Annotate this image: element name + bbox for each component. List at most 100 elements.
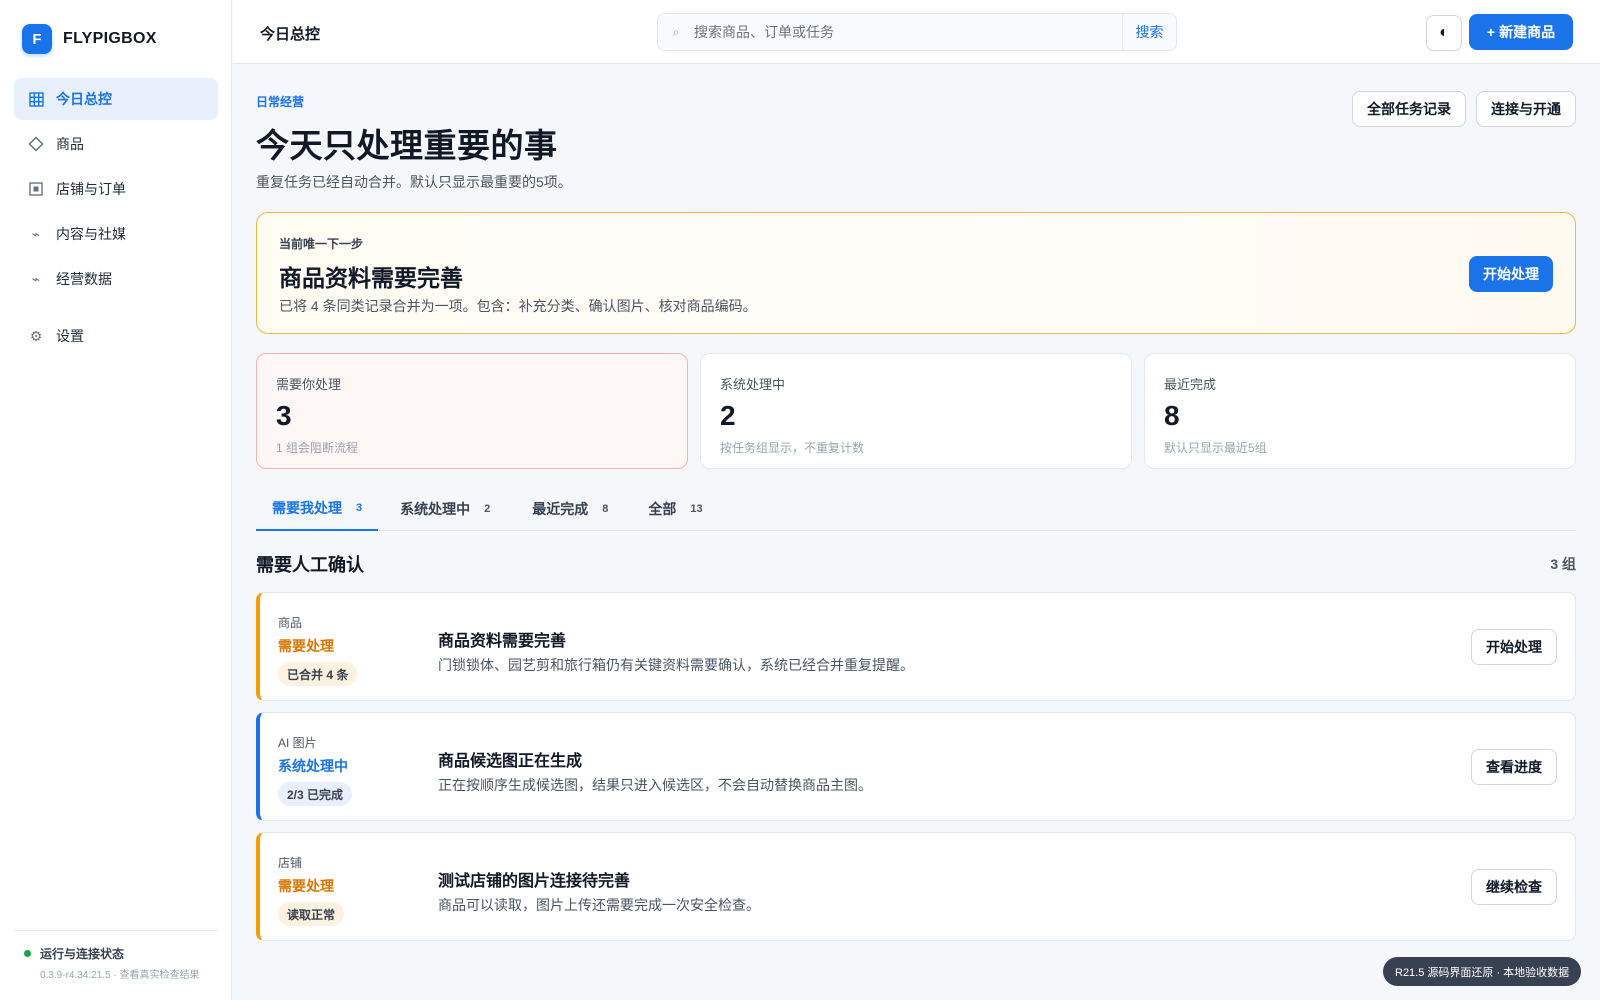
grid-icon: [28, 91, 44, 107]
stats-row: 需要你处理 3 1 组会阻断流程 系统处理中 2 按任务组显示，不重复计数 最近…: [256, 353, 1576, 469]
status-title: 运行与连接状态: [40, 947, 125, 961]
sidebar-item-dashboard[interactable]: 今日总控: [14, 78, 218, 120]
task-badge: 已合并 4 条: [278, 662, 358, 686]
task-category: AI 图片: [278, 736, 317, 750]
stat-note: 按任务组显示，不重复计数: [720, 441, 865, 455]
page-subtitle: 重复任务已经自动合并。默认只显示最重要的5项。: [256, 174, 572, 190]
contrast-icon: ◐: [1439, 24, 1449, 41]
sidebar: F FLYPIGBOX 今日总控 商品 店铺与订单 ⌁ 内容与社媒 ⌁ 经营数据…: [0, 0, 232, 1000]
task-title: 商品候选图正在生成: [438, 753, 583, 770]
sidebar-item-label: 店铺与订单: [56, 181, 126, 197]
topbar: 今日总控 ⌕ 搜索 ◐ + 新建商品: [233, 0, 1600, 64]
connections-button[interactable]: 连接与开通: [1476, 91, 1576, 127]
start-processing-button[interactable]: 开始处理: [1469, 256, 1553, 292]
tab-all[interactable]: 全部 13: [632, 487, 718, 531]
search-input[interactable]: [694, 14, 1122, 50]
gear-icon: ⚙: [29, 327, 43, 344]
sidebar-item-content-social[interactable]: ⌁ 内容与社媒: [14, 213, 218, 255]
task-desc: 商品可以读取，图片上传还需要完成一次安全检查。: [438, 897, 760, 913]
task-state: 需要处理: [278, 638, 334, 654]
version-badge: R21.5 源码界面还原 · 本地验收数据: [1383, 957, 1582, 986]
task-badge: 读取正常: [278, 902, 345, 926]
sidebar-item-label: 内容与社媒: [56, 226, 126, 242]
sidebar-item-label: 经营数据: [56, 271, 112, 287]
all-tasks-button[interactable]: 全部任务记录: [1352, 91, 1466, 127]
task-desc: 门锁锁体、园艺剪和旅行箱仍有关键资料需要确认，系统已经合并重复提醒。: [438, 657, 914, 673]
stat-value: 3: [276, 400, 292, 431]
stat-label: 最近完成: [1164, 377, 1217, 392]
status-detail[interactable]: 0.3.9-r4.34.21.5 · 查看真实检查结果: [24, 966, 218, 981]
connection-status[interactable]: 运行与连接状态 0.3.9-r4.34.21.5 · 查看真实检查结果: [14, 930, 218, 981]
task-list: 商品 需要处理 已合并 4 条 商品资料需要完善 门锁锁体、园艺剪和旅行箱仍有关…: [256, 592, 1576, 952]
tab-recently-completed[interactable]: 最近完成 8: [516, 487, 624, 531]
task-state: 系统处理中: [278, 758, 348, 774]
task-card: AI 图片 系统处理中 2/3 已完成 商品候选图正在生成 正在按顺序生成候选图…: [256, 712, 1576, 821]
task-state: 需要处理: [278, 878, 334, 894]
stat-card-needs-action[interactable]: 需要你处理 3 1 组会阻断流程: [256, 353, 688, 469]
task-category: 店铺: [278, 856, 303, 870]
header-actions: 全部任务记录 连接与开通: [1352, 91, 1576, 127]
tab-label: 需要我处理: [272, 500, 342, 516]
sidebar-item-label: 今日总控: [56, 91, 112, 107]
stat-card-completed[interactable]: 最近完成 8 默认只显示最近5组: [1144, 353, 1576, 469]
task-card: 商品 需要处理 已合并 4 条 商品资料需要完善 门锁锁体、园艺剪和旅行箱仍有关…: [256, 592, 1576, 701]
section-title: 需要人工确认: [256, 555, 364, 575]
tab-label: 系统处理中: [400, 501, 471, 517]
tab-count: 3: [356, 502, 363, 514]
task-badge: 2/3 已完成: [278, 782, 353, 806]
stat-value: 8: [1164, 400, 1180, 431]
brand[interactable]: F FLYPIGBOX: [22, 24, 157, 54]
new-product-button[interactable]: + 新建商品: [1469, 14, 1573, 50]
stat-label: 需要你处理: [276, 377, 342, 392]
sidebar-item-analytics[interactable]: ⌁ 经营数据: [14, 258, 218, 300]
next-step-title: 商品资料需要完善: [279, 265, 463, 291]
sidebar-nav: 今日总控 商品 店铺与订单 ⌁ 内容与社媒 ⌁ 经营数据 ⚙ 设置: [14, 78, 218, 360]
search-bar: ⌕ 搜索: [657, 13, 1177, 51]
diamond-icon: [28, 136, 44, 152]
brand-name: FLYPIGBOX: [63, 30, 157, 47]
new-product-label: 新建商品: [1499, 24, 1556, 40]
section-count: 3 组: [1550, 556, 1576, 572]
task-card: 店铺 需要处理 读取正常 测试店铺的图片连接待完善 商品可以读取，图片上传还需要…: [256, 832, 1576, 941]
task-action-button[interactable]: 开始处理: [1471, 629, 1557, 665]
search-button[interactable]: 搜索: [1122, 14, 1176, 50]
search-icon: ⌕: [672, 24, 680, 39]
content-icon: ⌁: [31, 225, 41, 242]
stat-note: 默认只显示最近5组: [1164, 441, 1267, 455]
brand-logo: F: [22, 24, 52, 54]
next-step-desc: 已将 4 条同类记录合并为一项。包含：补充分类、确认图片、核对商品编码。: [279, 298, 757, 314]
task-title: 商品资料需要完善: [438, 633, 567, 650]
stat-label: 系统处理中: [720, 377, 786, 392]
task-desc: 正在按顺序生成候选图，结果只进入候选区，不会自动替换商品主图。: [438, 777, 872, 793]
tab-count: 8: [602, 503, 609, 515]
task-category: 商品: [278, 616, 303, 630]
sidebar-item-label: 商品: [56, 136, 84, 152]
task-action-button[interactable]: 继续检查: [1471, 869, 1557, 905]
sidebar-item-products[interactable]: 商品: [14, 123, 218, 165]
plus-icon: +: [1486, 24, 1496, 40]
page-title: 今天只处理重要的事: [256, 127, 558, 164]
tab-system-processing[interactable]: 系统处理中 2: [384, 487, 506, 531]
task-action-button[interactable]: 查看进度: [1471, 749, 1557, 785]
sidebar-item-settings[interactable]: ⚙ 设置: [14, 315, 218, 357]
topbar-title: 今日总控: [260, 26, 321, 43]
status-dot-icon: [24, 950, 31, 957]
sidebar-item-label: 设置: [56, 328, 84, 344]
sidebar-item-stores-orders[interactable]: 店铺与订单: [14, 168, 218, 210]
stat-value: 2: [720, 400, 736, 431]
tab-label: 最近完成: [532, 501, 589, 517]
tab-count: 13: [690, 503, 703, 515]
tab-label: 全部: [648, 501, 677, 517]
page-eyebrow: 日常经营: [256, 95, 305, 109]
tab-needs-me[interactable]: 需要我处理 3: [256, 487, 379, 531]
tab-count: 2: [484, 503, 491, 515]
chart-icon: ⌁: [31, 270, 41, 287]
theme-toggle-button[interactable]: ◐: [1426, 15, 1462, 51]
status-row: 运行与连接状态: [24, 945, 218, 962]
task-tabs: 需要我处理 3 系统处理中 2 最近完成 8 全部 13: [256, 487, 1576, 531]
next-step-eyebrow: 当前唯一下一步: [279, 237, 364, 251]
task-title: 测试店铺的图片连接待完善: [438, 873, 631, 890]
next-step-card: 当前唯一下一步 商品资料需要完善 已将 4 条同类记录合并为一项。包含：补充分类…: [256, 212, 1576, 334]
stat-card-processing[interactable]: 系统处理中 2 按任务组显示，不重复计数: [700, 353, 1132, 469]
stat-note: 1 组会阻断流程: [276, 441, 359, 455]
